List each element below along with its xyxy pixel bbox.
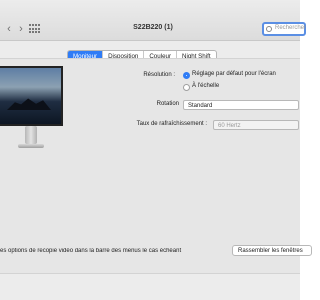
- back-icon[interactable]: ‹: [3, 23, 15, 35]
- monitor-screen: [0, 66, 63, 126]
- forward-icon[interactable]: ›: [15, 23, 27, 35]
- rotation-label: Rotation: [156, 101, 179, 107]
- window-title: S22B220 (1): [133, 24, 173, 31]
- title-bar: ‹ › S22B220 (1) Rechercher: [0, 0, 306, 41]
- search-field[interactable]: Rechercher: [262, 22, 306, 36]
- refresh-rate-label: Taux de rafraîchissement :: [136, 121, 207, 127]
- resolution-default-label[interactable]: Réglage par défaut pour l'écran: [192, 71, 276, 77]
- search-placeholder: Rechercher: [275, 25, 307, 31]
- resolution-scaled-radio[interactable]: [183, 84, 190, 91]
- search-icon: [266, 26, 272, 32]
- monitor-foot: [18, 144, 44, 148]
- refresh-rate-select[interactable]: 60 Hertz: [213, 120, 299, 130]
- resolution-default-radio[interactable]: [183, 72, 190, 79]
- wallpaper-island: [7, 98, 51, 110]
- grid-icon[interactable]: [29, 24, 41, 34]
- display-preferences-window: ‹ › S22B220 (1) Rechercher Moniteur Disp…: [0, 0, 312, 300]
- resolution-scaled-label[interactable]: À l'échelle: [192, 83, 219, 89]
- monitor-stand: [25, 126, 37, 144]
- mirroring-option-text: es options de recopie vidéo dans la barr…: [0, 248, 182, 254]
- rotation-select[interactable]: Standard: [183, 100, 299, 110]
- monitor-illustration: [0, 66, 63, 152]
- resolution-label: Résolution :: [143, 72, 175, 78]
- gather-windows-button[interactable]: Rassembler les fenêtres: [232, 245, 312, 256]
